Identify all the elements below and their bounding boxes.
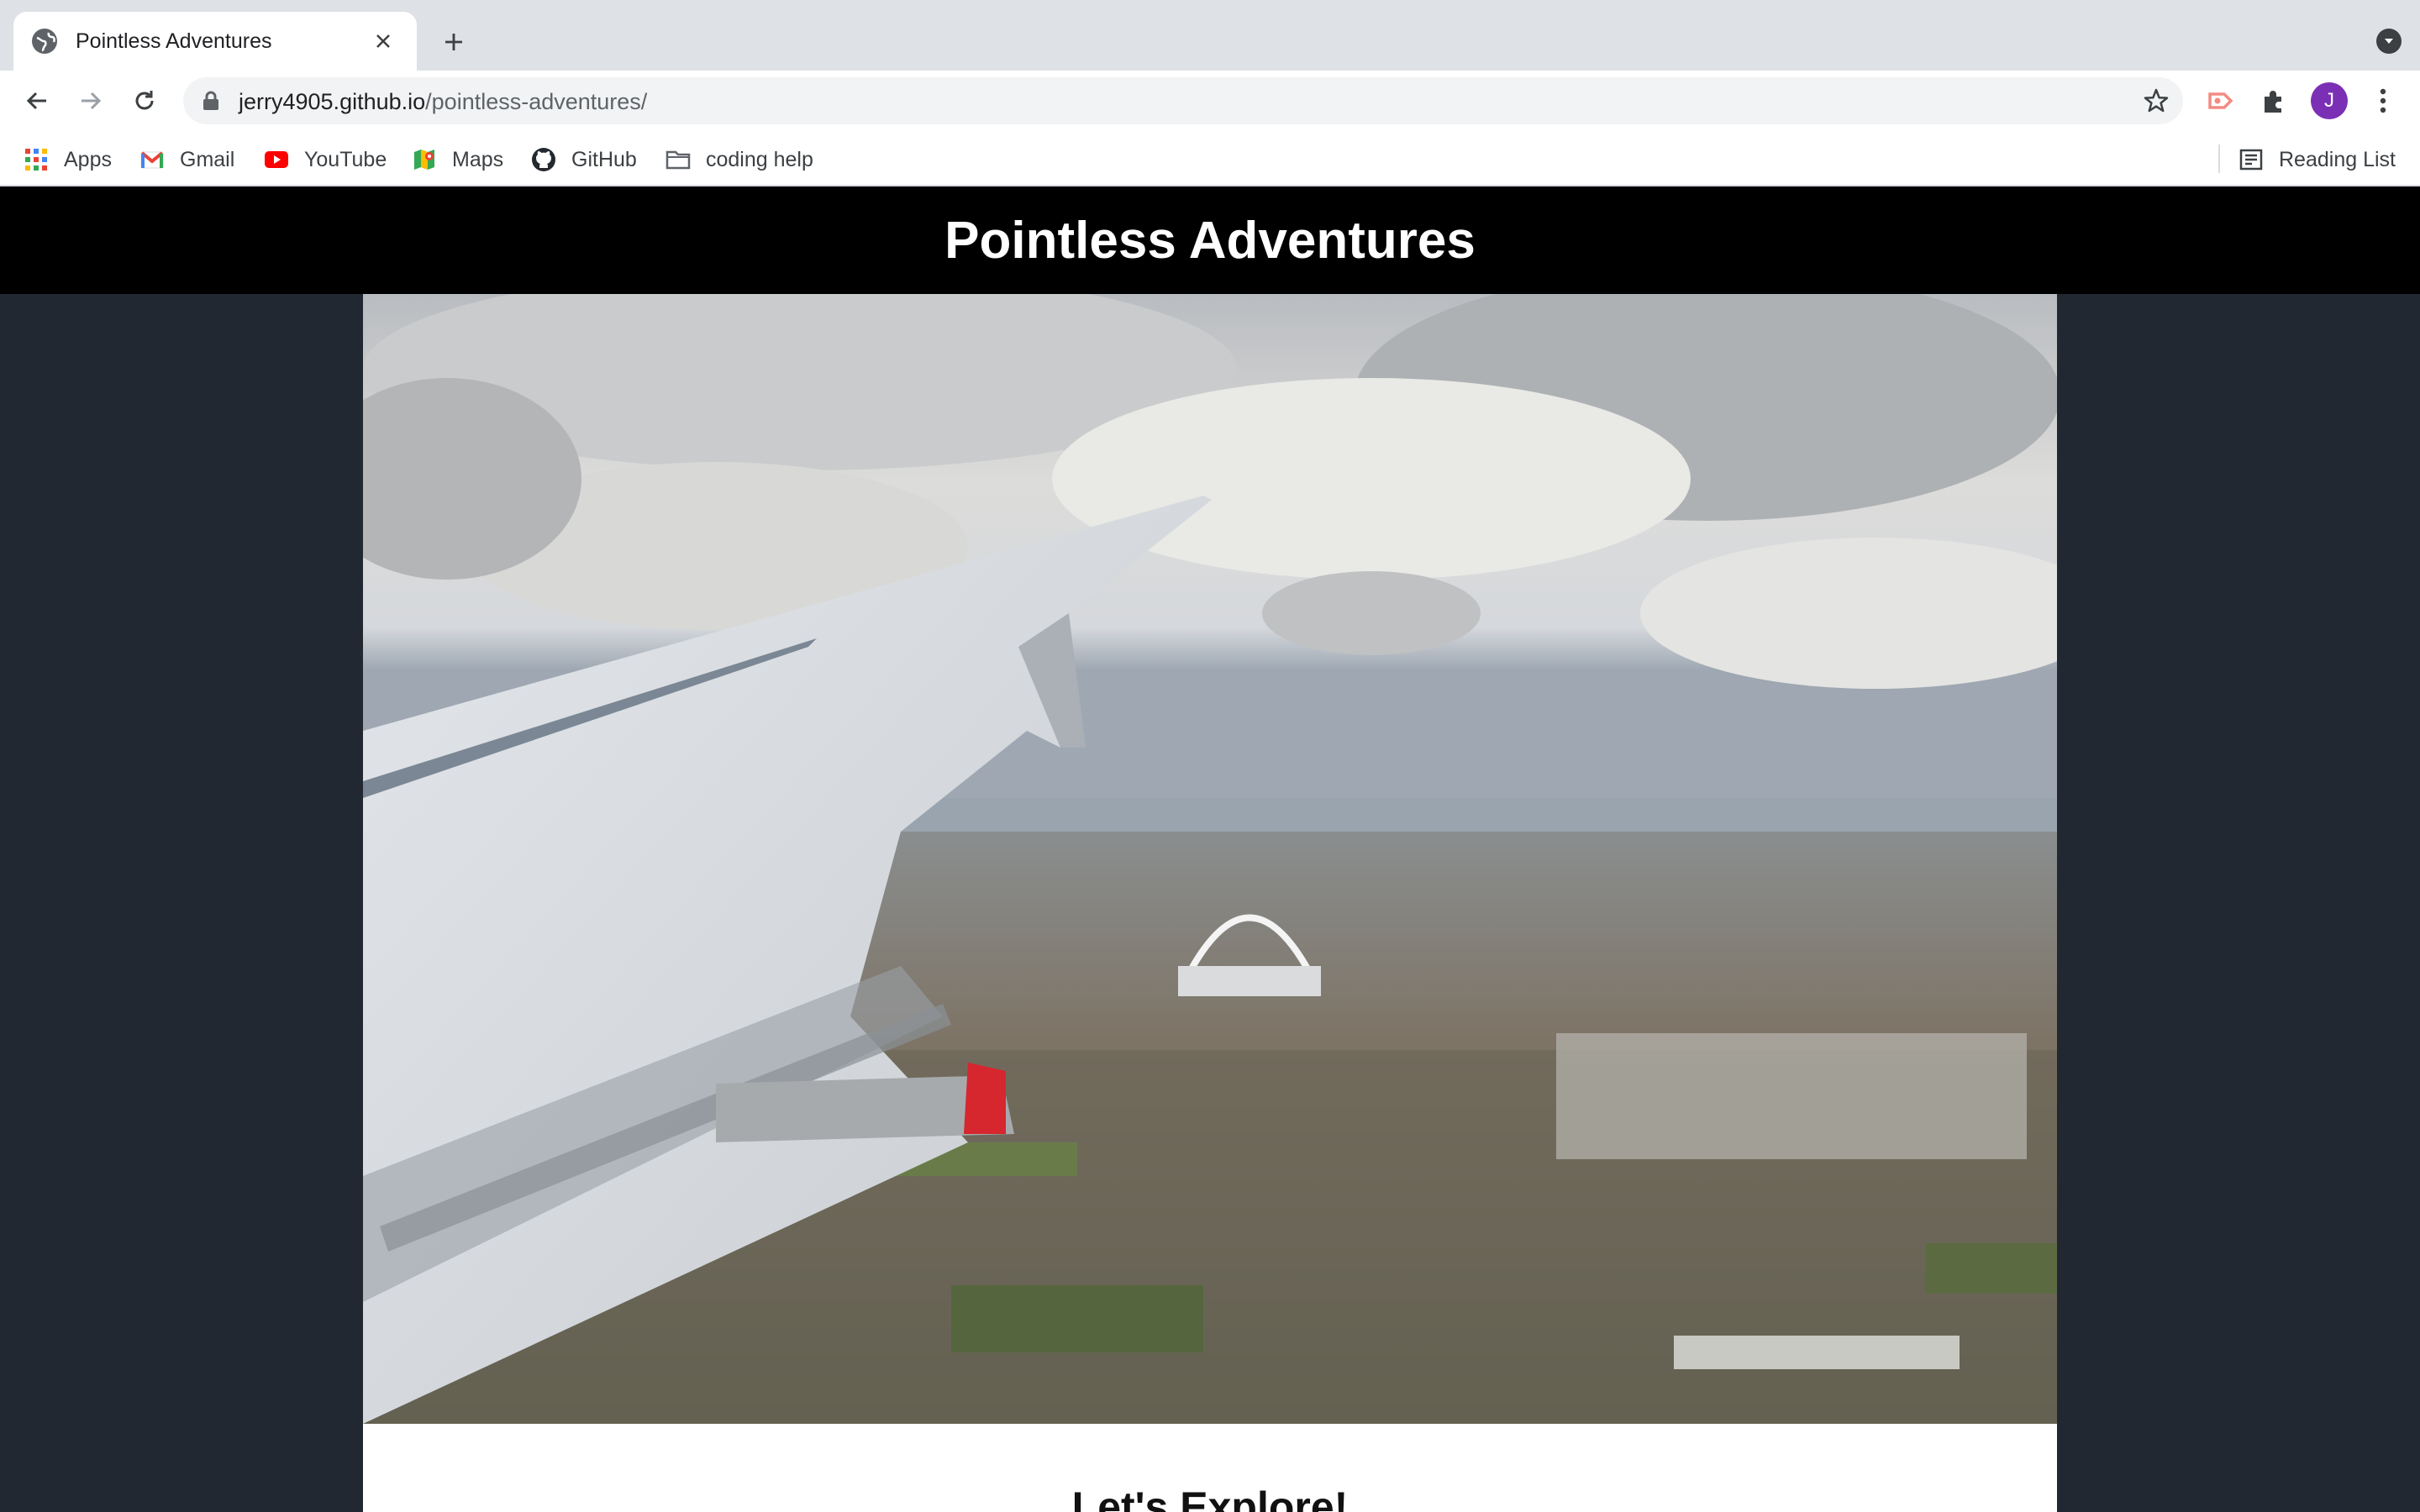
url-path: /pointless-adventures/ xyxy=(425,89,648,114)
bookmark-label: Gmail xyxy=(180,147,235,171)
back-arrow-icon[interactable] xyxy=(18,82,55,119)
section-heading: Let's Explore! xyxy=(1071,1483,1349,1512)
maps-icon xyxy=(412,147,437,172)
tab-title: Pointless Adventures xyxy=(76,29,272,53)
reading-list-label: Reading List xyxy=(2279,147,2396,171)
bookmark-label: coding help xyxy=(706,147,813,171)
bookmark-folder-coding-help[interactable]: coding help xyxy=(666,143,813,176)
site-title: Pointless Adventures xyxy=(944,211,1476,270)
browser-tab[interactable]: Pointless Adventures xyxy=(13,12,417,71)
apps-grid-icon xyxy=(24,147,49,172)
reading-list-icon xyxy=(2238,147,2264,172)
hero-image xyxy=(363,294,2057,1424)
bookmarks-divider xyxy=(2218,144,2220,173)
main-content: Let's Explore! xyxy=(363,294,2057,1512)
folder-icon xyxy=(666,147,691,172)
lock-icon xyxy=(203,91,218,110)
bookmark-label: Apps xyxy=(64,147,112,171)
tab-search-icon[interactable] xyxy=(2376,29,2402,54)
bookmark-apps[interactable]: Apps xyxy=(24,143,112,176)
github-icon xyxy=(531,147,556,172)
screencast-extension-icon[interactable] xyxy=(2202,82,2238,119)
url-domain: jerry4905.github.io xyxy=(239,89,426,114)
forward-arrow-icon[interactable] xyxy=(72,82,109,119)
browser-toolbar: jerry4905.github.io/pointless-adventures… xyxy=(0,71,2420,131)
globe-icon xyxy=(32,29,57,54)
bookmark-label: Maps xyxy=(452,147,504,171)
extensions-puzzle-icon[interactable] xyxy=(2255,82,2292,119)
bookmark-label: GitHub xyxy=(571,147,637,171)
bookmark-gmail[interactable]: Gmail xyxy=(139,143,234,176)
bookmark-github[interactable]: GitHub xyxy=(531,143,637,176)
reload-icon[interactable] xyxy=(126,82,163,119)
youtube-icon xyxy=(264,147,289,172)
profile-avatar[interactable]: J xyxy=(2311,82,2348,119)
site-header: Pointless Adventures xyxy=(0,186,2420,294)
bookmark-label: YouTube xyxy=(304,147,387,171)
bookmarks-bar: Apps Gmail YouTube Maps GitHub coding he… xyxy=(0,131,2420,186)
bookmark-youtube[interactable]: YouTube xyxy=(264,143,387,176)
address-bar[interactable]: jerry4905.github.io/pointless-adventures… xyxy=(183,77,2183,124)
close-tab-icon[interactable] xyxy=(368,26,398,56)
reading-list-button[interactable]: Reading List xyxy=(2238,143,2396,176)
new-tab-plus-icon[interactable] xyxy=(437,25,471,59)
url-text[interactable]: jerry4905.github.io/pointless-adventures… xyxy=(239,89,647,115)
bookmark-maps[interactable]: Maps xyxy=(412,143,503,176)
airplane-wing-photo xyxy=(363,294,2057,1424)
more-menu-icon[interactable] xyxy=(2366,82,2400,119)
tab-strip: Pointless Adventures xyxy=(0,0,2420,71)
gmail-icon xyxy=(139,147,165,172)
bookmark-star-icon[interactable] xyxy=(2143,87,2170,114)
